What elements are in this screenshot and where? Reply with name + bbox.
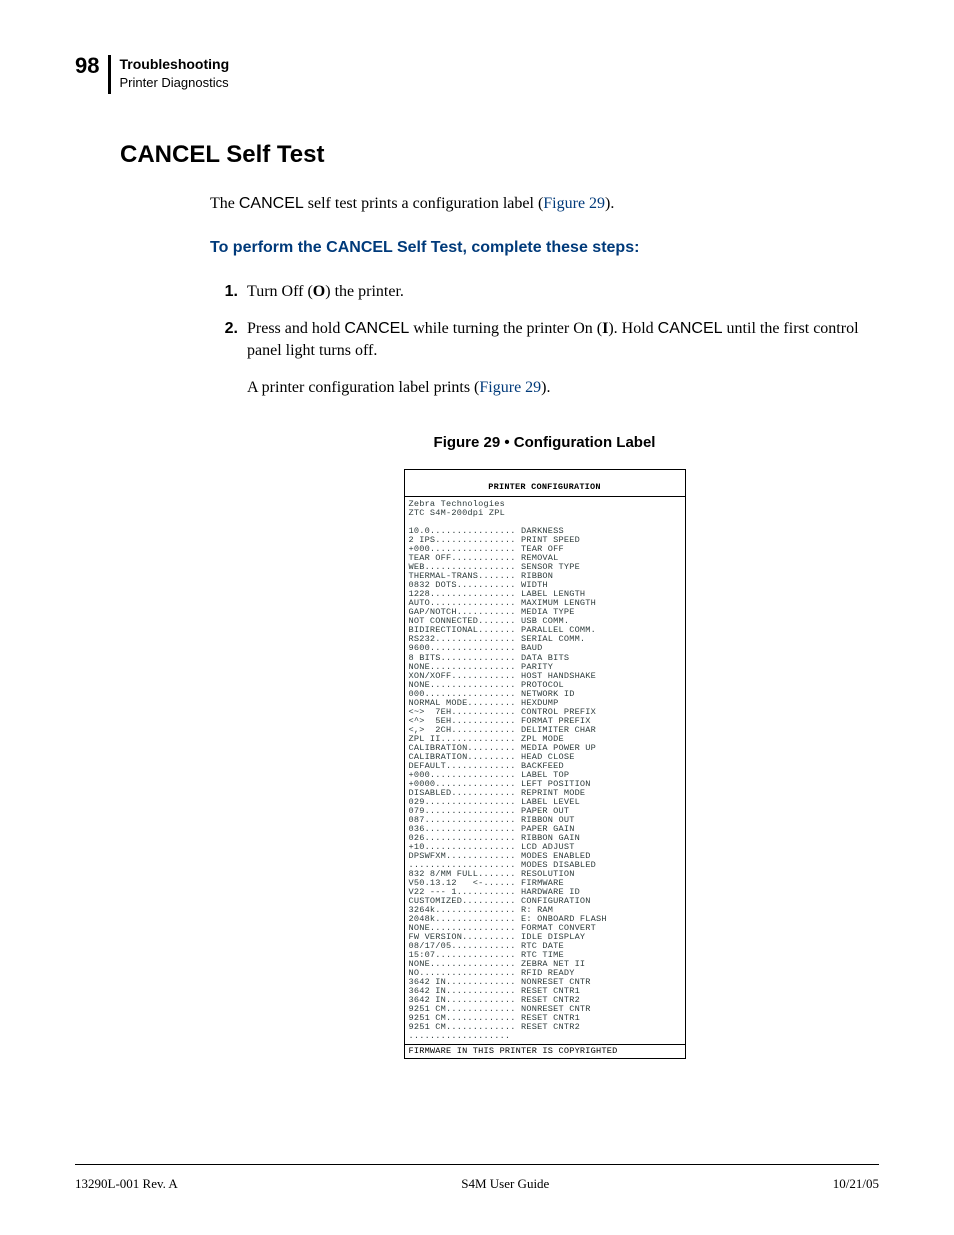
step-2: 2. Press and hold CANCEL while turning t… <box>210 318 879 361</box>
step-1: 1. Turn Off (O) the printer. <box>210 281 879 303</box>
config-label-footer: FIRMWARE IN THIS PRINTER IS COPYRIGHTED <box>405 1044 685 1058</box>
page-header: 98 Troubleshooting Printer Diagnostics <box>75 55 879 94</box>
page-number: 98 <box>75 55 111 94</box>
after-steps-paragraph: A printer configuration label prints (Fi… <box>247 377 879 399</box>
chapter-title: Troubleshooting <box>119 55 229 74</box>
figure-caption: Figure 29 • Configuration Label <box>210 433 879 453</box>
section-name: Printer Diagnostics <box>119 74 229 92</box>
figure-reference-link[interactable]: Figure 29 <box>479 379 541 396</box>
intro-paragraph: The CANCEL self test prints a configurat… <box>210 193 879 215</box>
config-label-title: PRINTER CONFIGURATION <box>405 479 685 497</box>
config-label-figure: PRINTER CONFIGURATIONZebra Technologies … <box>404 469 686 1059</box>
steps-heading: To perform the CANCEL Self Test, complet… <box>210 237 879 259</box>
figure-reference-link[interactable]: Figure 29 <box>543 195 605 212</box>
section-heading: CANCEL Self Test <box>120 139 879 171</box>
footer-left: 13290L-001 Rev. A <box>75 1175 178 1193</box>
step-number: 2. <box>210 318 247 361</box>
cancel-label: CANCEL <box>239 195 304 212</box>
footer-center: S4M User Guide <box>461 1175 549 1193</box>
step-number: 1. <box>210 281 247 303</box>
steps-list: 1. Turn Off (O) the printer. 2. Press an… <box>210 281 879 362</box>
config-rows: 10.0................ DARKNESS 2 IPS.....… <box>409 526 607 1032</box>
footer-right: 10/21/05 <box>833 1175 879 1193</box>
page-footer: 13290L-001 Rev. A S4M User Guide 10/21/0… <box>75 1164 879 1193</box>
